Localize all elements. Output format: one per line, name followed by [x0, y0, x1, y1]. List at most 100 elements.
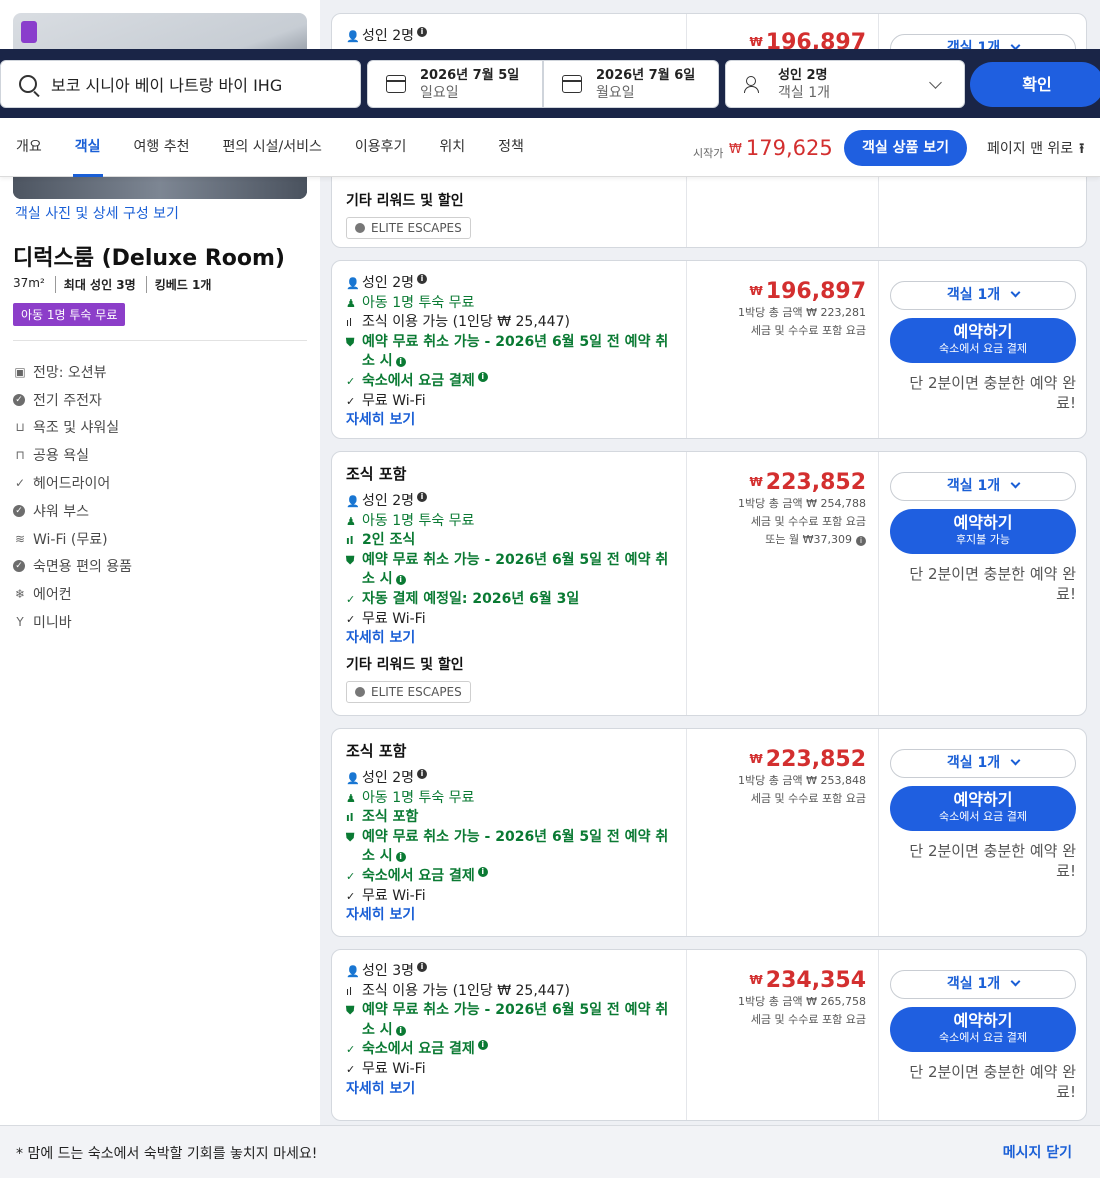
check-icon: ✓ — [14, 476, 26, 491]
chevron-down-icon — [929, 76, 942, 89]
chevron-down-icon — [1010, 287, 1021, 298]
amenity-item: ≋ Wi-Fi (무료) — [14, 531, 108, 548]
close-message-button[interactable]: 메시지 닫기 — [1003, 1142, 1072, 1162]
guest-rooms: 객실 1개 — [778, 84, 830, 101]
room-qty-select[interactable]: 객실 1개 — [890, 970, 1076, 999]
info-icon[interactable]: i — [417, 492, 427, 502]
room-qty-select[interactable]: 객실 1개 — [890, 472, 1076, 501]
amenity-item: ✓ 전기 주전자 — [13, 386, 132, 414]
info-icon[interactable]: i — [856, 536, 866, 546]
room-photos-link[interactable]: 객실 사진 및 상세 구성 보기 — [15, 203, 179, 223]
amenity-item: ▣ 전망: 오션뷰 — [14, 364, 107, 381]
confirm-button[interactable]: 확인 — [970, 62, 1100, 107]
check-icon: ✓ — [346, 889, 356, 903]
amenity-list: ▣ 전망: 오션뷰 ✓ 전기 주전자 ⊔ 욕조 및 샤워실 ⊓ 공용 욕실 ✓ 헤어드라이… — [13, 358, 132, 636]
cancel-row: ⛊ 예약 무료 취소 가능 - 2026년 6월 5일 전 예약 취소 시i — [346, 551, 669, 588]
wifi-icon: ≋ — [14, 531, 26, 546]
bathtub-icon: ⊔ — [15, 420, 25, 435]
check-icon: ✓ — [346, 394, 356, 408]
info-icon[interactable]: i — [395, 852, 406, 863]
checkout-date-field[interactable]: 2026년 7월 6일 월요일 — [543, 60, 719, 108]
view-rooms-button[interactable]: 객실 상품 보기 — [844, 130, 967, 166]
search-query: 보코 시니아 베이 나트랑 바이 IHG — [51, 76, 283, 95]
check-circle-icon: ✓ — [13, 393, 25, 406]
breakfast-row: ıl 조식 이용 가능 (1인당 ₩ 25,447) — [346, 982, 676, 1002]
info-icon[interactable]: i — [477, 371, 488, 382]
check-icon: ✓ — [346, 1043, 356, 1057]
info-icon[interactable]: i — [477, 1040, 488, 1051]
details-link[interactable]: 자세히 보기 — [346, 1080, 676, 1099]
offer-card: 👤 성인 3명 i ıl 조식 이용 가능 (1인당 ₩ 25,447) ⛊ 예약 무료… — [331, 949, 1087, 1121]
child-icon: ♟ — [346, 296, 356, 310]
amenity-item: ⊔ 욕조 및 샤워실 — [13, 414, 132, 442]
back-to-top-link[interactable]: 페이지 맨 위로 ⭱ — [987, 138, 1084, 162]
info-icon[interactable]: i — [395, 575, 406, 586]
child-icon: ♟ — [346, 514, 356, 528]
reward-heading: 기타 리워드 및 할인 — [346, 657, 464, 674]
amenity-item: ✓ 샤워 부스 — [13, 497, 132, 525]
elite-escapes-badge[interactable]: ELITE ESCAPES — [346, 217, 471, 239]
shield-icon: ⛊ — [346, 830, 355, 844]
room-qty-select[interactable]: 객실 1개 — [890, 281, 1076, 310]
guests-row: 👤 성인 2명 i — [346, 769, 676, 789]
search-input[interactable]: 보코 시니아 베이 나트랑 바이 IHG — [0, 60, 361, 108]
info-icon[interactable]: i — [417, 769, 427, 779]
snowflake-icon: ❄ — [14, 587, 26, 602]
book-button[interactable]: 예약하기 숙소에서 요금 결제 — [890, 1007, 1076, 1052]
tab-rooms[interactable]: 객실 — [72, 118, 103, 177]
shield-icon: ⛊ — [346, 335, 355, 349]
reward-heading: 기타 리워드 및 할인 — [346, 193, 464, 209]
view-icon: ▣ — [14, 364, 26, 379]
tab-reviews[interactable]: 이용후기 — [355, 118, 407, 177]
elite-escapes-badge[interactable]: ELITE ESCAPES — [346, 681, 471, 704]
info-icon[interactable]: i — [417, 274, 427, 284]
checkin-day: 일요일 — [420, 84, 459, 101]
room-max-adults: 최대 성인 3명 — [54, 276, 136, 293]
tab-overview[interactable]: 개요 — [16, 118, 42, 177]
checkin-date-field[interactable]: 2026년 7월 5일 일요일 — [367, 60, 543, 108]
amenity-item: Y 미니바 — [13, 608, 132, 636]
room-title: 디럭스룸 (Deluxe Room) — [13, 246, 285, 271]
book-button[interactable]: 예약하기 숙소에서 요금 결제 — [890, 318, 1076, 363]
kid-row: ♟ 아동 1명 투숙 무료 — [346, 789, 676, 809]
offer-card: 조식 포함 👤 성인 2명 i ♟ 아동 1명 투숙 무료 ıl 2인 조식 ⛊ 예약 무… — [331, 451, 1087, 716]
toilet-icon: ⊓ — [15, 448, 25, 463]
book-button[interactable]: 예약하기 후지불 가능 — [890, 509, 1076, 554]
person-icon: 👤 — [346, 495, 360, 508]
amenity-item: ❄ 에어컨 — [14, 587, 72, 604]
offer-price: ₩196,897 — [749, 279, 866, 304]
total-price: 1박당 총 금액 ₩ 254,788 — [738, 497, 866, 510]
cutlery-icon: ıl — [346, 534, 354, 548]
tab-travel-recommendations[interactable]: 여행 추천 — [134, 118, 190, 177]
details-link[interactable]: 자세히 보기 — [346, 411, 676, 430]
fast-booking-note: 단 2분이면 충분한 예약 완료! — [909, 565, 1076, 603]
book-button[interactable]: 예약하기 숙소에서 요금 결제 — [890, 786, 1076, 831]
tab-location[interactable]: 위치 — [439, 118, 465, 177]
room-qty-select[interactable]: 객실 1개 — [890, 749, 1076, 778]
info-icon[interactable]: i — [417, 27, 427, 37]
people-icon — [744, 75, 764, 93]
cancel-row: ⛊ 예약 무료 취소 가능 - 2026년 6월 5일 전 예약 취소 시i — [346, 333, 669, 370]
offer-card: 조식 포함 👤 성인 2명 i ♟ 아동 1명 투숙 무료 ıl 조식 포함 ⛊ 예약 무… — [331, 728, 1087, 937]
wifi-row: ✓ 무료 Wi-Fi — [346, 1060, 676, 1080]
from-price-label: 시작가 — [693, 147, 724, 160]
monthly-price: 또는 월 ₩37,309 i — [686, 531, 866, 549]
info-icon[interactable]: i — [477, 866, 488, 877]
check-icon: ✓ — [346, 1062, 356, 1076]
tab-policies[interactable]: 정책 — [498, 118, 524, 177]
guests-selector[interactable]: 성인 2명 객실 1개 — [725, 60, 965, 108]
info-icon[interactable]: i — [417, 962, 427, 972]
info-icon[interactable]: i — [395, 1025, 406, 1036]
guests-row: 👤 성인 3명 i — [346, 962, 676, 982]
info-icon[interactable]: i — [395, 357, 406, 368]
cutlery-icon: ıl — [346, 811, 354, 825]
pay-row: ✓ 숙소에서 요금 결제 i — [346, 1040, 676, 1060]
cutlery-icon: ıl — [346, 316, 353, 330]
details-link[interactable]: 자세히 보기 — [346, 629, 676, 648]
tax-note: 세금 및 수수료 포함 요금 — [750, 515, 866, 528]
amenity-item: ⊓ 공용 욕실 — [13, 441, 132, 469]
kid-row: ♟ 아동 1명 투숙 무료 — [346, 512, 676, 532]
details-link[interactable]: 자세히 보기 — [346, 906, 676, 925]
tab-amenities[interactable]: 편의 시설/서비스 — [223, 118, 322, 177]
tax-note: 세금 및 수수료 포함 요금 — [750, 324, 866, 337]
